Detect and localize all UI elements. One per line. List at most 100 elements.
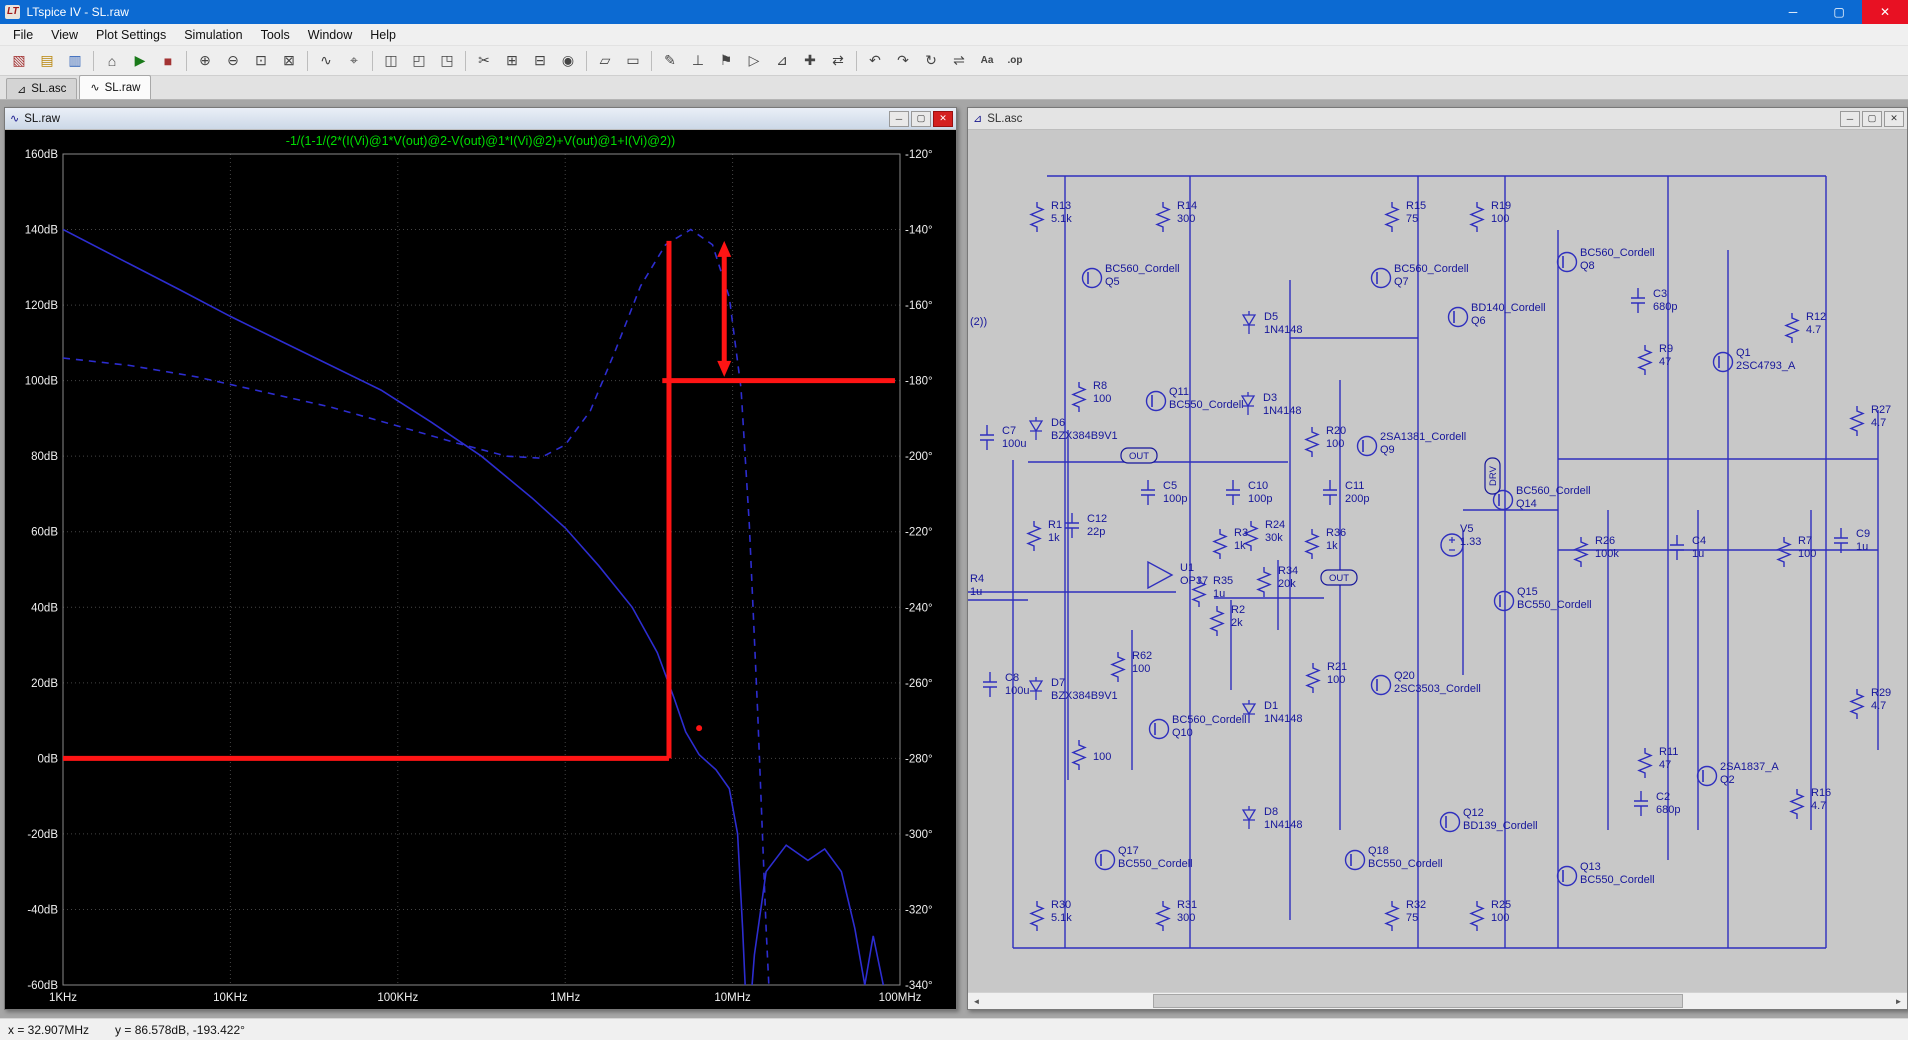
svg-text:R19: R19 <box>1491 200 1511 212</box>
tab-sl-asc[interactable]: ⊿ SL.asc <box>6 78 78 99</box>
svg-text:2k: 2k <box>1231 617 1243 629</box>
zoom-in-icon[interactable]: ⊕ <box>192 48 218 74</box>
menu-view[interactable]: View <box>42 28 87 42</box>
spice-directive-icon[interactable]: .op <box>1002 48 1028 74</box>
svg-text:22p: 22p <box>1087 526 1105 538</box>
schematic-window: ⊿ SL.asc ─ ▢ ✕ R13 5.1k R14 300 R15 75 R19 100 B… <box>967 107 1908 1010</box>
svg-text:100: 100 <box>1093 751 1111 763</box>
svg-text:-340°: -340° <box>905 980 933 992</box>
schematic-hscrollbar[interactable]: ◄ ► <box>968 992 1907 1009</box>
cut-icon[interactable]: ✂ <box>471 48 497 74</box>
svg-text:R31: R31 <box>1177 899 1197 911</box>
scroll-left-arrow-icon[interactable]: ◄ <box>968 993 985 1009</box>
zoom-full-extents-icon[interactable]: ⊠ <box>276 48 302 74</box>
component-icon[interactable]: ⊿ <box>769 48 795 74</box>
menu-file[interactable]: File <box>4 28 42 42</box>
undo-icon[interactable]: ↶ <box>862 48 888 74</box>
titlebar[interactable]: LT LTspice IV - SL.raw ─ ▢ ✕ <box>0 0 1908 24</box>
schematic-canvas[interactable]: R13 5.1k R14 300 R15 75 R19 100 BC560_Cordell Q5 B… <box>968 130 1907 992</box>
plot-restore-button[interactable]: ▢ <box>911 110 931 127</box>
schematic-window-titlebar[interactable]: ⊿ SL.asc ─ ▢ ✕ <box>968 108 1907 130</box>
menu-simulation[interactable]: Simulation <box>175 28 251 42</box>
toolbar-separator <box>465 50 466 71</box>
control-panel-icon[interactable]: ⌂ <box>99 48 125 74</box>
plot-minimize-button[interactable]: ─ <box>889 110 909 127</box>
status-x-readout: x = 32.907MHz <box>8 1022 90 1037</box>
minimize-button[interactable]: ─ <box>1770 0 1816 24</box>
svg-text:R34: R34 <box>1278 565 1298 577</box>
copy-icon[interactable]: ⊞ <box>499 48 525 74</box>
svg-text:C2: C2 <box>1656 791 1670 803</box>
halt-icon[interactable]: ■ <box>155 48 181 74</box>
print-preview-icon[interactable]: ▱ <box>592 48 618 74</box>
scroll-right-arrow-icon[interactable]: ► <box>1890 993 1907 1009</box>
run-icon[interactable]: ▶ <box>127 48 153 74</box>
schematic-close-button[interactable]: ✕ <box>1884 110 1904 127</box>
scroll-thumb[interactable] <box>1153 994 1683 1008</box>
svg-text:D6: D6 <box>1051 417 1065 429</box>
menu-window[interactable]: Window <box>299 28 361 42</box>
svg-text:R30: R30 <box>1051 899 1071 911</box>
drag-icon[interactable]: ⇄ <box>825 48 851 74</box>
schematic-maximize-button[interactable]: ▢ <box>1862 110 1882 127</box>
svg-text:R29: R29 <box>1871 687 1891 699</box>
schematic-svg: R135.1kR14300R1575R19100BC560_CordellQ5B… <box>968 175 1891 949</box>
maximize-button[interactable]: ▢ <box>1816 0 1862 24</box>
svg-text:300: 300 <box>1177 213 1195 225</box>
zoom-area-icon[interactable]: ⊡ <box>248 48 274 74</box>
tile-vertically-icon[interactable]: ◫ <box>378 48 404 74</box>
svg-text:D8: D8 <box>1264 806 1278 818</box>
save-icon[interactable]: ▥ <box>62 48 88 74</box>
svg-text:R13: R13 <box>1051 200 1071 212</box>
plot-svg: 160dB -120° 140dB -140° 120dB -160° 100dB -180°… <box>25 149 933 1004</box>
menu-tools[interactable]: Tools <box>252 28 299 42</box>
svg-text:R4: R4 <box>970 573 984 585</box>
svg-text:100u: 100u <box>1002 438 1026 450</box>
plot-window-titlebar[interactable]: ∿ SL.raw ─ ▢ ✕ <box>5 108 956 130</box>
zoom-out-icon[interactable]: ⊖ <box>220 48 246 74</box>
toolbar-separator <box>307 50 308 71</box>
tile-horizontally-icon[interactable]: ◰ <box>406 48 432 74</box>
ground-icon[interactable]: ⊥ <box>685 48 711 74</box>
move-icon[interactable]: ✚ <box>797 48 823 74</box>
svg-text:R12: R12 <box>1806 311 1826 323</box>
svg-text:1KHz: 1KHz <box>49 992 77 1004</box>
plot-canvas[interactable]: -1/(1-1/(2*(I(Vi)@1*V(out)@2-V(out)@1*I(… <box>5 130 956 1009</box>
svg-text:1u: 1u <box>970 586 982 598</box>
schematic-minimize-button[interactable]: ─ <box>1840 110 1860 127</box>
open-file-icon[interactable]: ▤ <box>34 48 60 74</box>
svg-text:20dB: 20dB <box>31 678 58 690</box>
mirror-icon[interactable]: ⇌ <box>946 48 972 74</box>
toolbar-separator <box>186 50 187 71</box>
diode-icon[interactable]: ▷ <box>741 48 767 74</box>
draw-wire-icon[interactable]: ✎ <box>657 48 683 74</box>
svg-text:100k: 100k <box>1595 548 1619 560</box>
svg-text:BC550_Cordell: BC550_Cordell <box>1368 858 1443 870</box>
svg-text:100: 100 <box>1326 438 1344 450</box>
svg-text:Q2: Q2 <box>1720 774 1735 786</box>
autorange-y-icon[interactable]: ∿ <box>313 48 339 74</box>
svg-text:4.7: 4.7 <box>1811 800 1826 812</box>
redo-icon[interactable]: ↷ <box>890 48 916 74</box>
mark-data-points-icon[interactable]: ⌖ <box>341 48 367 74</box>
print-icon[interactable]: ▭ <box>620 48 646 74</box>
menu-plot-settings[interactable]: Plot Settings <box>87 28 175 42</box>
cascade-windows-icon[interactable]: ◳ <box>434 48 460 74</box>
status-y-readout: y = 86.578dB, -193.422° <box>115 1022 245 1037</box>
svg-text:R8: R8 <box>1093 380 1107 392</box>
svg-text:BC560_Cordell: BC560_Cordell <box>1172 714 1247 726</box>
svg-text:D3: D3 <box>1263 392 1277 404</box>
rotate-icon[interactable]: ↻ <box>918 48 944 74</box>
menu-help[interactable]: Help <box>361 28 405 42</box>
svg-text:300: 300 <box>1177 912 1195 924</box>
close-button[interactable]: ✕ <box>1862 0 1908 24</box>
new-schematic-icon[interactable]: ▧ <box>6 48 32 74</box>
plot-close-button[interactable]: ✕ <box>933 110 953 127</box>
text-icon[interactable]: Aa <box>974 48 1000 74</box>
net-label-icon[interactable]: ⚑ <box>713 48 739 74</box>
tab-sl-raw[interactable]: ∿ SL.raw <box>79 75 152 99</box>
find-icon[interactable]: ◉ <box>555 48 581 74</box>
svg-text:R9: R9 <box>1659 343 1673 355</box>
svg-text:BC560_Cordell: BC560_Cordell <box>1105 263 1180 275</box>
paste-icon[interactable]: ⊟ <box>527 48 553 74</box>
